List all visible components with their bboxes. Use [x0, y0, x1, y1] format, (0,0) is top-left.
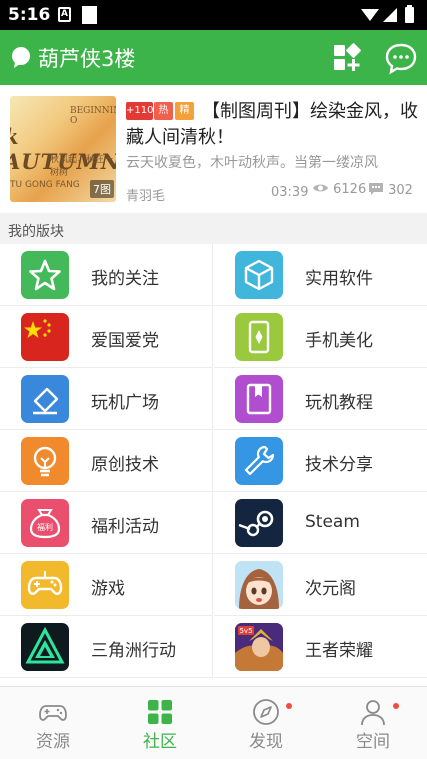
nav-space[interactable]: 空间 [320, 687, 426, 759]
board-cell[interactable]: 玩机广场 [0, 368, 213, 430]
notification-a-icon: A [58, 7, 71, 22]
board-label: 实用软件 [305, 269, 373, 289]
grid-four-icon [148, 700, 172, 724]
svg-text:5v5: 5v5 [239, 627, 252, 635]
board-cell[interactable]: 技术分享 [214, 430, 427, 492]
thumb-text: 秋风起，秋在一树树 [50, 155, 114, 178]
nav-label: 发现 [249, 732, 283, 752]
status-bar: 5:16 A [0, 0, 427, 30]
board-label: 三角洲行动 [91, 641, 176, 661]
notification-dot [393, 703, 399, 709]
eye-icon [313, 184, 328, 192]
nav-label: 资源 [36, 732, 70, 752]
add-board-icon[interactable] [330, 41, 364, 75]
board-cell[interactable]: 三角洲行动 [0, 616, 213, 678]
nav-label: 社区 [143, 732, 177, 752]
app-title: 葫芦侠3楼 [38, 47, 136, 71]
eraser-icon [21, 375, 69, 423]
nav-resources[interactable]: 资源 [0, 687, 106, 759]
nav-community[interactable]: 社区 [107, 687, 213, 759]
wifi-icon [361, 9, 379, 21]
board-label: 游戏 [91, 579, 125, 599]
gamepad-icon [21, 561, 69, 609]
board-label: Steam [305, 512, 360, 532]
board-cell[interactable]: 手机美化 [214, 306, 427, 368]
board-cell[interactable]: 游戏 [0, 554, 213, 616]
compass-icon [253, 699, 279, 725]
app-bar: 葫芦侠3楼 [0, 30, 427, 85]
board-label: 爱国爱党 [91, 331, 159, 351]
image-count-badge: 7图 [90, 180, 114, 198]
board-cell[interactable]: 原创技术 [0, 430, 213, 492]
chat-icon[interactable] [384, 41, 418, 75]
post-views: 6126 [312, 182, 366, 197]
gourd-logo-icon [12, 47, 30, 68]
notification-square-icon [82, 6, 97, 24]
notification-dot [286, 703, 292, 709]
bottom-nav: 资源 社区 发现 空间 [0, 686, 427, 759]
svg-text:福利: 福利 [37, 522, 53, 532]
board-cell[interactable]: 福利 福利活动 [0, 492, 213, 554]
post-time: 03:39 [271, 185, 309, 200]
delta-force-icon [21, 623, 69, 671]
battery-icon [405, 7, 414, 23]
post-excerpt: 云天收夏色，木叶动秋声。当第一缕凉风 [126, 155, 378, 171]
star-icon [21, 251, 69, 299]
cube-icon [235, 251, 283, 299]
status-time: 5:16 [8, 5, 51, 25]
board-cell[interactable]: 我的关注 [0, 244, 213, 306]
board-label: 技术分享 [305, 455, 373, 475]
board-grid: 我的关注 实用软件 爱国爱党 手机美化 玩机广场 玩机教程 原创技术 技术分享 … [0, 244, 427, 686]
board-label: 原创技术 [91, 455, 159, 475]
nav-label: 空间 [356, 732, 390, 752]
wrench-icon [235, 437, 283, 485]
board-cell[interactable]: 爱国爱党 [0, 306, 213, 368]
post-comments: 302 [368, 182, 413, 198]
post-title-text: 【制图周刊】绘染金风，收藏人间清秋！ [126, 101, 418, 148]
book-icon [235, 375, 283, 423]
thumb-text: TU GONG FANG [10, 180, 80, 190]
board-label: 王者荣耀 [305, 641, 373, 661]
phone-icon [235, 313, 283, 361]
board-label: 玩机教程 [305, 393, 373, 413]
view-count: 6126 [333, 182, 367, 197]
thumb-text: BEGINNING O [70, 106, 116, 126]
post-author[interactable]: 青羽毛 [126, 185, 165, 204]
anime-avatar-icon [235, 561, 283, 609]
lightbulb-icon [21, 437, 69, 485]
china-flag-icon [21, 313, 69, 361]
steam-icon [235, 499, 283, 547]
honor-of-kings-icon: 5v5 [235, 623, 283, 671]
money-bag-icon: 福利 [21, 499, 69, 547]
status-icons [361, 5, 414, 23]
board-label: 手机美化 [305, 331, 373, 351]
board-cell[interactable]: 实用软件 [214, 244, 427, 306]
person-icon [361, 700, 385, 726]
section-header: 我的版块 [0, 213, 427, 244]
board-label: 我的关注 [91, 269, 159, 289]
comment-count: 302 [388, 183, 413, 198]
board-cell[interactable]: 次元阁 [214, 554, 427, 616]
board-cell[interactable]: Steam [214, 492, 427, 554]
gamepad-outline-icon [39, 705, 67, 721]
post-thumbnail[interactable]: BEGINNING O k AUTUMN 秋风起，秋在一树树 TU GONG F… [10, 96, 116, 202]
post-title[interactable]: 【制图周刊】绘染金风，收藏人间清秋！ [126, 99, 418, 151]
board-cell[interactable]: 玩机教程 [214, 368, 427, 430]
comment-icon [369, 183, 383, 195]
board-label: 玩机广场 [91, 393, 159, 413]
board-label: 福利活动 [91, 517, 159, 537]
board-label: 次元阁 [305, 579, 356, 599]
board-cell[interactable]: 5v5 王者荣耀 [214, 616, 427, 678]
signal-icon [383, 8, 397, 22]
nav-discover[interactable]: 发现 [213, 687, 319, 759]
section-title: 我的版块 [8, 224, 64, 240]
